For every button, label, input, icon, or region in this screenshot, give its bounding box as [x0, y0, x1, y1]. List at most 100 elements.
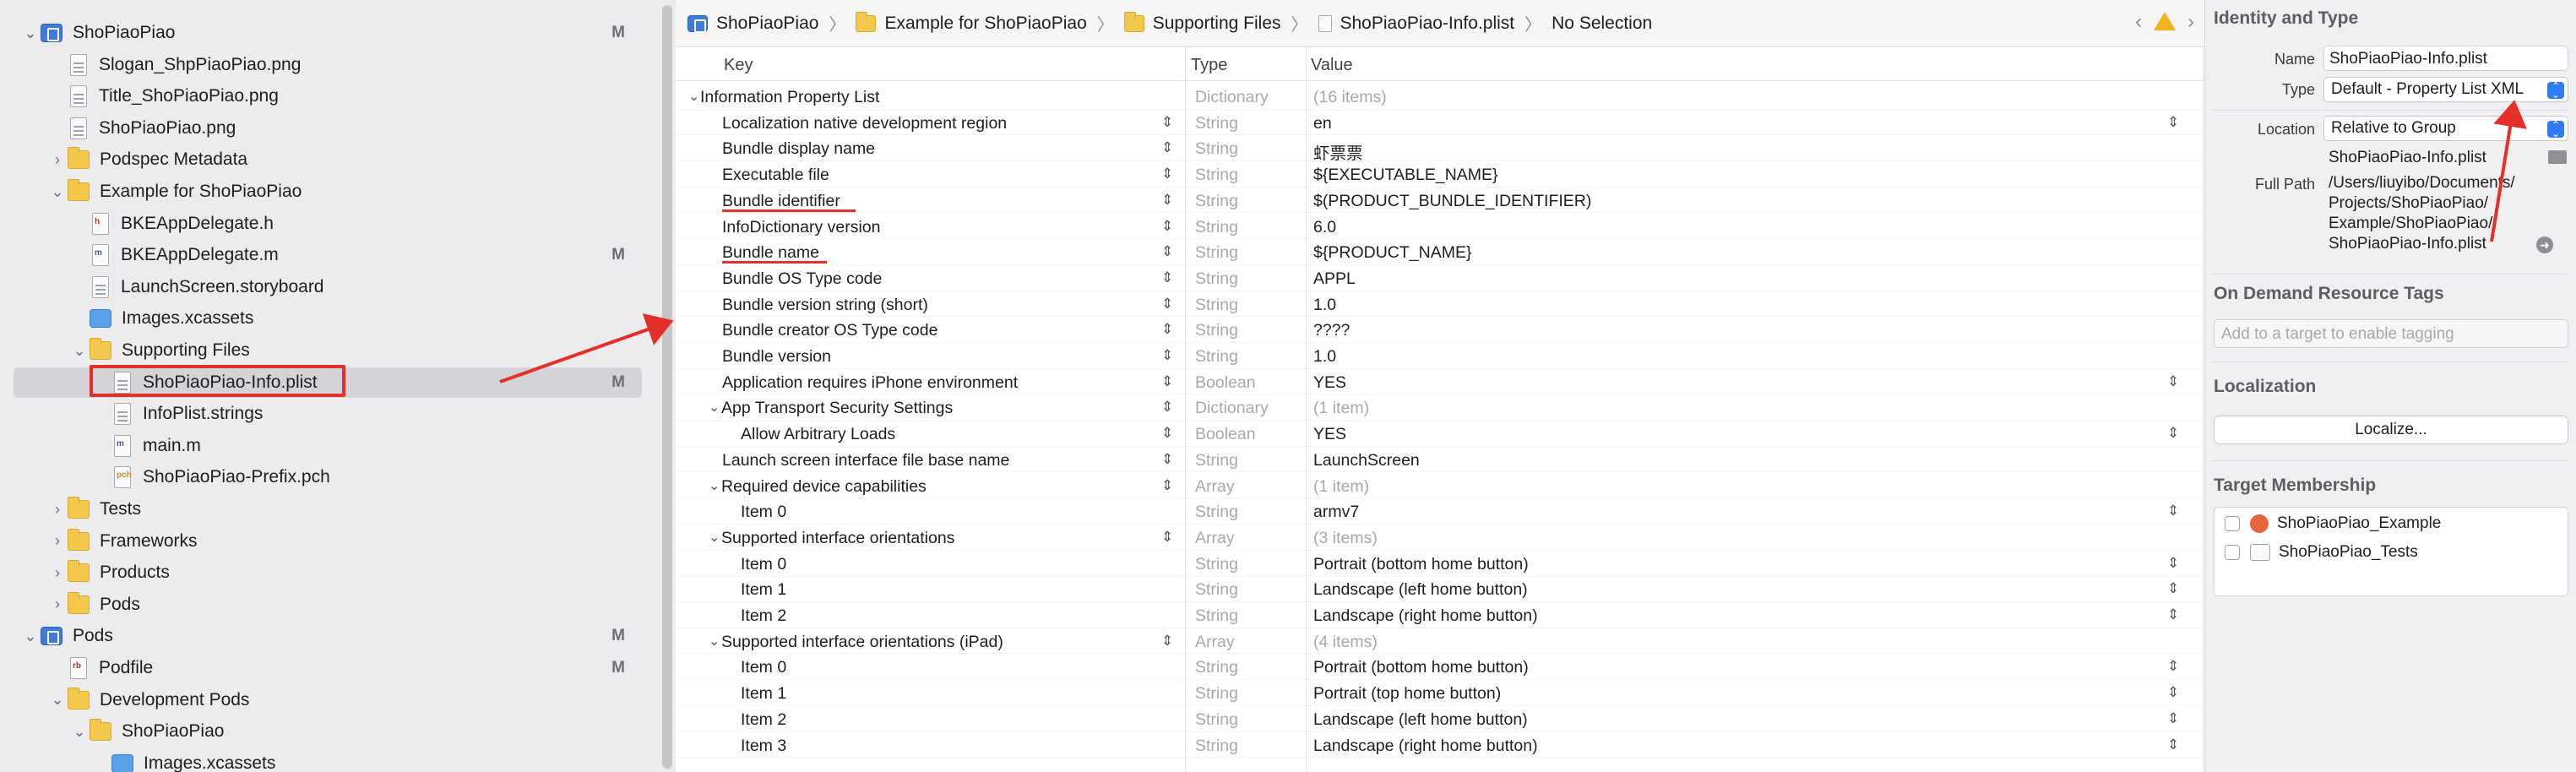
- disclosure-open-icon[interactable]: ⌄: [709, 633, 720, 650]
- value-popup-icon[interactable]: ⇕: [2167, 606, 2179, 623]
- crumb-group-example[interactable]: Example for ShoPiaoPiao: [856, 11, 1087, 34]
- key-stepper-icon[interactable]: ⇕: [1161, 243, 1173, 260]
- navigator-item[interactable]: LaunchScreen.storyboard: [14, 272, 642, 302]
- plist-row[interactable]: Bundle name ⇕ String ${PRODUCT_NAME}: [676, 239, 2204, 265]
- navigator-item[interactable]: h BKEAppDelegate.h: [14, 209, 642, 239]
- plist-value[interactable]: en: [1313, 114, 1332, 133]
- plist-key[interactable]: Required device capabilities: [721, 477, 927, 497]
- key-stepper-icon[interactable]: ⇕: [1161, 373, 1173, 390]
- plist-row[interactable]: ⌄ Information Property List Dictionary (16 …: [676, 84, 2204, 110]
- plist-type[interactable]: String: [1195, 166, 1238, 185]
- plist-row[interactable]: Item 2 String Landscape (right home button…: [676, 602, 2204, 628]
- plist-key[interactable]: Item 2: [741, 710, 786, 730]
- plist-row[interactable]: Bundle identifier ⇕ String $(PRODUCT_BUNDLE…: [676, 188, 2204, 214]
- value-popup-icon[interactable]: ⇕: [2167, 114, 2179, 131]
- plist-key[interactable]: Item 0: [741, 503, 786, 522]
- folder-reveal-icon[interactable]: [2548, 150, 2567, 164]
- disclosure-open-icon[interactable]: ⌄: [69, 721, 90, 742]
- plist-value[interactable]: Portrait (top home button): [1313, 684, 1501, 704]
- plist-key[interactable]: Item 2: [741, 606, 786, 626]
- localize-button[interactable]: Localize...: [2214, 416, 2568, 444]
- plist-key[interactable]: Bundle version: [722, 347, 831, 367]
- plist-value[interactable]: armv7: [1313, 503, 1359, 522]
- value-popup-icon[interactable]: ⇕: [2167, 684, 2179, 701]
- plist-key[interactable]: Item 3: [741, 737, 786, 756]
- disclosure-open-icon[interactable]: ⌄: [688, 88, 699, 105]
- plist-row[interactable]: Bundle version string (short) ⇕ String 1.0: [676, 291, 2204, 318]
- plist-type[interactable]: String: [1195, 503, 1238, 522]
- plist-row[interactable]: Item 0 String Portrait (bottom home button…: [676, 654, 2204, 681]
- disclosure-open-icon[interactable]: ⌄: [709, 529, 720, 546]
- plist-type[interactable]: String: [1195, 192, 1238, 211]
- plist-type[interactable]: String: [1195, 658, 1238, 677]
- plist-row[interactable]: InfoDictionary version ⇕ String 6.0: [676, 214, 2204, 240]
- plist-type[interactable]: String: [1195, 710, 1238, 730]
- navigator-item[interactable]: rb Podfile M: [14, 653, 642, 683]
- plist-value[interactable]: (16 items): [1313, 88, 1387, 107]
- key-stepper-icon[interactable]: ⇕: [1161, 218, 1173, 235]
- plist-value[interactable]: 1.0: [1313, 296, 1336, 315]
- disclosure-open-icon[interactable]: ⌄: [47, 182, 68, 202]
- navigator-item[interactable]: ⌄ Development Pods: [14, 685, 642, 715]
- disclosure-open-icon[interactable]: ⌄: [20, 626, 41, 646]
- plist-key[interactable]: Allow Arbitrary Loads: [741, 425, 895, 444]
- plist-type[interactable]: Dictionary: [1195, 399, 1269, 418]
- plist-value[interactable]: 6.0: [1313, 218, 1336, 237]
- plist-row[interactable]: Localization native development region ⇕ S…: [676, 110, 2204, 136]
- reveal-arrow-icon[interactable]: ➜: [2536, 236, 2553, 253]
- plist-type[interactable]: String: [1195, 243, 1238, 263]
- plist-value[interactable]: Landscape (left home button): [1313, 580, 1528, 600]
- plist-value[interactable]: (1 item): [1313, 399, 1369, 418]
- navigator-scrollbar[interactable]: [659, 0, 676, 772]
- plist-key[interactable]: Bundle OS Type code: [722, 269, 882, 289]
- navigator-item[interactable]: › Products: [14, 557, 642, 588]
- plist-value[interactable]: (1 item): [1313, 477, 1369, 497]
- navigator-item[interactable]: › Pods: [14, 590, 642, 620]
- crumb-selection[interactable]: No Selection: [1552, 14, 1652, 34]
- target-row-tests[interactable]: ShoPiaoPiao_Tests: [2225, 543, 2418, 562]
- scrollbar-thumb[interactable]: [662, 5, 672, 769]
- plist-value[interactable]: ${PRODUCT_NAME}: [1313, 243, 1471, 263]
- plist-type[interactable]: String: [1195, 139, 1238, 159]
- plist-value[interactable]: Portrait (bottom home button): [1313, 555, 1529, 574]
- key-stepper-icon[interactable]: ⇕: [1161, 425, 1173, 442]
- plist-type[interactable]: String: [1195, 737, 1238, 756]
- plist-row[interactable]: Item 1 String Landscape (left home button)…: [676, 576, 2204, 602]
- plist-type[interactable]: String: [1195, 684, 1238, 704]
- key-stepper-icon[interactable]: ⇕: [1161, 451, 1173, 468]
- navigator-item[interactable]: pch ShoPiaoPiao-Prefix.pch: [14, 462, 642, 492]
- location-popup[interactable]: Relative to Group ⌃ ⌄: [2323, 116, 2568, 141]
- disclosure-closed-icon[interactable]: ›: [47, 595, 68, 615]
- value-popup-icon[interactable]: ⇕: [2167, 580, 2179, 597]
- plist-key[interactable]: Executable file: [722, 166, 829, 185]
- disclosure-open-icon[interactable]: ⌄: [20, 23, 41, 43]
- type-popup[interactable]: Default - Property List XML ⌃ ⌄: [2323, 77, 2568, 102]
- crumb-project[interactable]: ShoPiaoPiao: [687, 14, 818, 34]
- plist-key[interactable]: Item 1: [741, 580, 786, 600]
- disclosure-closed-icon[interactable]: ›: [47, 499, 68, 519]
- plist-value[interactable]: Landscape (right home button): [1313, 737, 1538, 756]
- plist-row[interactable]: Item 2 String Landscape (left home button)…: [676, 706, 2204, 732]
- key-stepper-icon[interactable]: ⇕: [1161, 192, 1173, 209]
- plist-key[interactable]: App Transport Security Settings: [721, 399, 953, 418]
- disclosure-open-icon[interactable]: ⌄: [709, 399, 720, 416]
- key-stepper-icon[interactable]: ⇕: [1161, 296, 1173, 313]
- navigator-item[interactable]: › Tests: [14, 494, 642, 525]
- plist-row[interactable]: Bundle creator OS Type code ⇕ String????: [676, 317, 2204, 343]
- plist-type[interactable]: String: [1195, 114, 1238, 133]
- plist-key[interactable]: Item 0: [741, 555, 786, 574]
- key-stepper-icon[interactable]: ⇕: [1161, 114, 1173, 131]
- plist-type[interactable]: Array: [1195, 633, 1235, 652]
- value-popup-icon[interactable]: ⇕: [2167, 555, 2179, 572]
- plist-type[interactable]: Array: [1195, 477, 1235, 497]
- navigator-item[interactable]: ⌄ ShoPiaoPiao: [14, 716, 642, 747]
- plist-type[interactable]: String: [1195, 606, 1238, 626]
- plist-row[interactable]: ⌄ Required device capabilities ⇕ Array (1 it…: [676, 473, 2204, 499]
- plist-key[interactable]: Supported interface orientations (iPad): [721, 633, 1003, 652]
- navigator-item[interactable]: Images.xcassets: [14, 303, 642, 334]
- navigator-item[interactable]: m BKEAppDelegate.m M: [14, 240, 642, 270]
- navigator-item[interactable]: ⌄ Supporting Files: [14, 335, 642, 366]
- key-stepper-icon[interactable]: ⇕: [1161, 321, 1173, 338]
- navigator-item[interactable]: InfoPlist.strings: [14, 399, 642, 429]
- disclosure-closed-icon[interactable]: ›: [47, 563, 68, 583]
